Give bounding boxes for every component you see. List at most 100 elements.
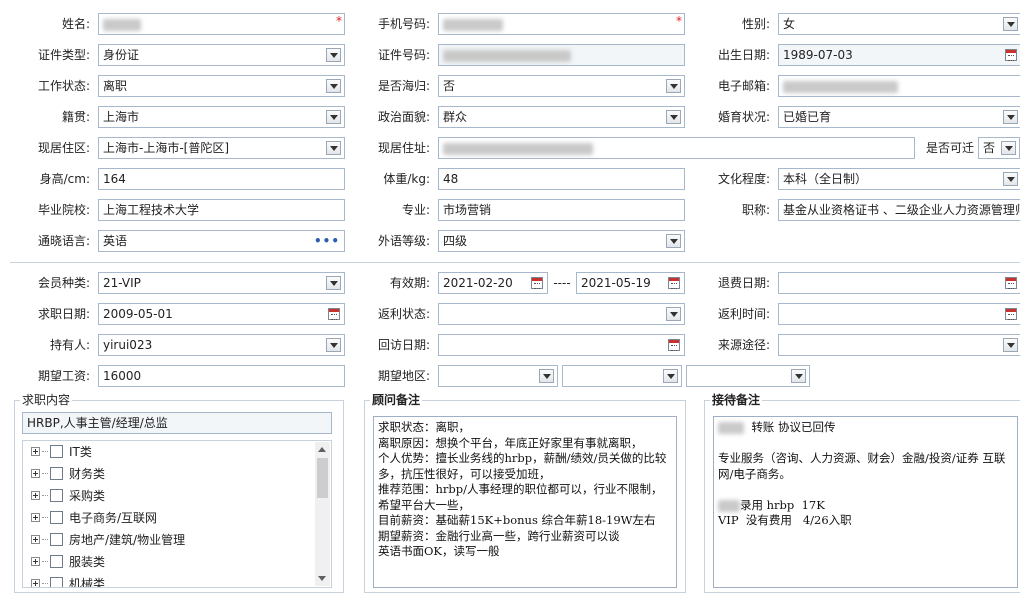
tree-item-label: 财务类: [69, 467, 106, 481]
native-place-select[interactable]: 上海市: [98, 106, 345, 128]
education-select[interactable]: 本科（全日制）: [778, 168, 1020, 190]
chevron-down-icon[interactable]: [666, 307, 681, 321]
id-number-input[interactable]: [438, 44, 685, 66]
expected-salary-input[interactable]: 16000: [98, 365, 345, 387]
expand-icon[interactable]: [31, 579, 40, 587]
tree-connector: [42, 583, 48, 584]
birth-date-input[interactable]: 1989-07-03: [778, 44, 1020, 66]
valid-end-value: 2021-05-19: [581, 276, 651, 290]
checkbox[interactable]: [50, 555, 63, 568]
height-input[interactable]: 164: [98, 168, 345, 190]
advisor-notes-textarea[interactable]: 求职状态：离职， 离职原因：想换个平台，年底正好家里有事就离职， 个人优势：擅长…: [373, 416, 677, 588]
rebate-status-select[interactable]: [438, 303, 685, 325]
tree-item[interactable]: 机械类: [23, 573, 313, 587]
holder-select[interactable]: yirui023: [98, 334, 345, 356]
language-level-select[interactable]: 四级: [438, 230, 685, 252]
chevron-down-icon[interactable]: [791, 369, 806, 383]
checkbox[interactable]: [50, 511, 63, 524]
expand-icon[interactable]: [31, 447, 40, 456]
tree-item[interactable]: 电子商务/互联网: [23, 507, 313, 529]
language-input[interactable]: 英语 •••: [98, 230, 345, 252]
tree-scrollbar[interactable]: [315, 442, 330, 586]
checkbox[interactable]: [50, 533, 63, 546]
checkbox[interactable]: [50, 467, 63, 480]
chevron-down-icon[interactable]: [539, 369, 554, 383]
reception-notes-textarea[interactable]: 转账 协议已回传 专业服务（咨询、人力资源、财会）金融/投资/证券 互联网/电子…: [713, 416, 1018, 588]
scroll-up-icon[interactable]: [318, 447, 326, 452]
tree-item[interactable]: 房地产/建筑/物业管理: [23, 529, 313, 551]
calendar-icon[interactable]: [1005, 308, 1017, 320]
expand-icon[interactable]: [31, 535, 40, 544]
gender-select[interactable]: 女: [778, 13, 1020, 35]
school-input[interactable]: 上海工程技术大学: [98, 199, 345, 221]
checkbox[interactable]: [50, 489, 63, 502]
title-input[interactable]: 基金从业资格证书 、二级企业人力资源管理师: [778, 199, 1020, 221]
chevron-down-icon[interactable]: [666, 110, 681, 124]
calendar-icon[interactable]: [328, 308, 340, 320]
chevron-down-icon[interactable]: [666, 234, 681, 248]
chevron-down-icon[interactable]: [326, 276, 341, 290]
scroll-thumb[interactable]: [317, 458, 328, 498]
chevron-down-icon[interactable]: [663, 369, 678, 383]
refund-date-input[interactable]: [778, 272, 1020, 294]
rebate-time-input[interactable]: [778, 303, 1020, 325]
tree-item[interactable]: IT类: [23, 441, 313, 463]
chevron-down-icon[interactable]: [1003, 172, 1018, 186]
expected-salary-label: 期望工资:: [37, 369, 90, 383]
job-content-selected[interactable]: HRBP,人事主管/经理/总监: [22, 412, 332, 434]
work-status-label: 工作状态:: [37, 79, 90, 93]
chevron-down-icon[interactable]: [326, 48, 341, 62]
title-value: 基金从业资格证书 、二级企业人力资源管理师: [783, 203, 1020, 217]
more-icon[interactable]: •••: [314, 231, 340, 251]
region-province-select[interactable]: [438, 365, 558, 387]
chevron-down-icon[interactable]: [326, 79, 341, 93]
valid-start-input[interactable]: 2021-02-20: [438, 272, 548, 294]
chevron-down-icon[interactable]: [1003, 338, 1018, 352]
calendar-icon[interactable]: [1005, 277, 1017, 289]
residence-area-select[interactable]: 上海市-上海市-[普陀区]: [98, 137, 345, 159]
overseas-select[interactable]: 否: [438, 75, 685, 97]
chevron-down-icon[interactable]: [326, 110, 341, 124]
chevron-down-icon[interactable]: [1003, 17, 1018, 31]
relocate-select[interactable]: 否: [978, 137, 1020, 159]
weight-input[interactable]: 48: [438, 168, 685, 190]
residence-address-input[interactable]: [438, 137, 915, 159]
major-input[interactable]: 市场营销: [438, 199, 685, 221]
id-type-select[interactable]: 身份证: [98, 44, 345, 66]
name-input[interactable]: *: [98, 13, 345, 35]
marital-select[interactable]: 已婚已育: [778, 106, 1020, 128]
tree-item[interactable]: 采购类: [23, 485, 313, 507]
calendar-icon[interactable]: [668, 277, 680, 289]
expand-icon[interactable]: [31, 469, 40, 478]
job-category-tree[interactable]: IT类 财务类 采购类 电子商务/互联网 房地产/建筑/物业管理 服装类 机械类: [22, 440, 332, 588]
chevron-down-icon[interactable]: [326, 141, 341, 155]
chevron-down-icon[interactable]: [666, 79, 681, 93]
chevron-down-icon[interactable]: [1001, 141, 1016, 155]
work-status-select[interactable]: 离职: [98, 75, 345, 97]
redacted-address: [443, 142, 593, 155]
scroll-down-icon[interactable]: [318, 576, 326, 581]
checkbox[interactable]: [50, 445, 63, 458]
political-select[interactable]: 群众: [438, 106, 685, 128]
job-seek-date-input[interactable]: 2009-05-01: [98, 303, 345, 325]
email-input[interactable]: [778, 75, 1020, 97]
tree-item[interactable]: 财务类: [23, 463, 313, 485]
phone-input[interactable]: *: [438, 13, 685, 35]
revisit-date-input[interactable]: [438, 334, 685, 356]
region-city-select[interactable]: [562, 365, 682, 387]
calendar-icon[interactable]: [1005, 49, 1017, 61]
chevron-down-icon[interactable]: [1003, 110, 1018, 124]
expand-icon[interactable]: [31, 513, 40, 522]
expand-icon[interactable]: [31, 557, 40, 566]
region-district-select[interactable]: [686, 365, 810, 387]
source-select[interactable]: [778, 334, 1020, 356]
member-type-select[interactable]: 21-VIP: [98, 272, 345, 294]
chevron-down-icon[interactable]: [326, 338, 341, 352]
checkbox[interactable]: [50, 577, 63, 587]
expand-icon[interactable]: [31, 491, 40, 500]
tree-item[interactable]: 服装类: [23, 551, 313, 573]
valid-end-input[interactable]: 2021-05-19: [576, 272, 685, 294]
tree-item-label: 电子商务/互联网: [69, 511, 158, 525]
calendar-icon[interactable]: [531, 277, 543, 289]
calendar-icon[interactable]: [668, 339, 680, 351]
